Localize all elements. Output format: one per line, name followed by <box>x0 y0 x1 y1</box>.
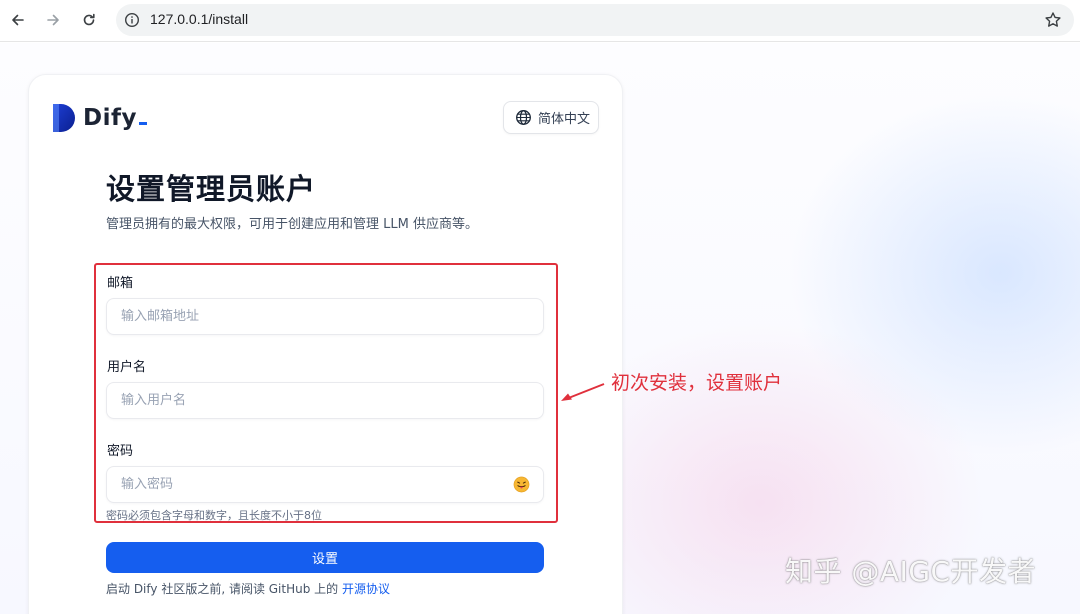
bookmark-star-icon[interactable] <box>1044 11 1062 29</box>
site-info-icon[interactable] <box>124 12 140 28</box>
annotation-arrow-icon <box>561 383 605 401</box>
dify-logo-icon <box>53 104 75 132</box>
reload-icon[interactable] <box>77 8 101 32</box>
globe-icon <box>516 110 531 125</box>
browser-toolbar: 127.0.0.1/install <box>0 0 1080 42</box>
annotation-text: 初次安装，设置账户 <box>611 372 783 394</box>
email-field[interactable] <box>106 298 544 335</box>
page-title: 设置管理员账户 <box>106 172 317 206</box>
back-icon[interactable] <box>6 8 30 32</box>
username-field[interactable] <box>106 382 544 419</box>
password-hint: 密码必须包含字母和数字，且长度不小于8位 <box>106 509 322 522</box>
zhihu-watermark: 知乎 @AIGC开发者 <box>785 555 1037 588</box>
password-field[interactable] <box>106 466 544 503</box>
show-password-emoji-icon[interactable] <box>513 476 530 493</box>
logo-text: Dify <box>83 105 147 131</box>
username-label: 用户名 <box>107 360 147 375</box>
language-label: 简体中文 <box>538 112 591 127</box>
address-bar[interactable]: 127.0.0.1/install <box>116 4 1074 36</box>
url-text[interactable]: 127.0.0.1/install <box>150 11 248 27</box>
license-note-text: 启动 Dify 社区版之前, 请阅读 GitHub 上的 <box>106 582 342 596</box>
dify-logo: Dify <box>53 104 147 132</box>
password-label: 密码 <box>107 444 134 459</box>
language-selector[interactable]: 简体中文 <box>503 101 599 134</box>
page-subtitle: 管理员拥有的最大权限，可用于创建应用和管理 LLM 供应商等。 <box>106 217 478 232</box>
email-label: 邮箱 <box>107 276 134 291</box>
license-link[interactable]: 开源协议 <box>342 582 390 596</box>
setup-submit-button[interactable]: 设置 <box>106 542 544 573</box>
forward-icon[interactable] <box>41 8 65 32</box>
license-note: 启动 Dify 社区版之前, 请阅读 GitHub 上的 开源协议 <box>106 580 390 597</box>
install-card <box>28 74 623 614</box>
